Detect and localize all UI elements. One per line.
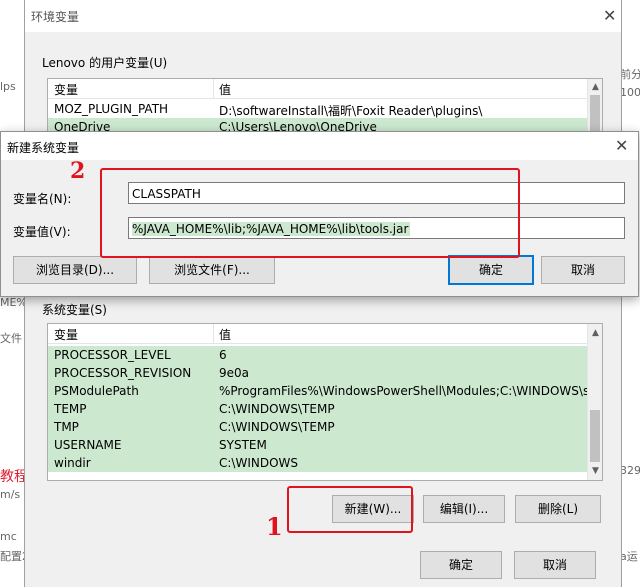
table-row[interactable]: MOZ_PLUGIN_PATH D:\softwareInstall\福昕\Fo…	[48, 100, 587, 118]
var-name: USERNAME	[54, 438, 122, 452]
table-row[interactable]: USERNAME SYSTEM	[48, 436, 587, 454]
var-value: C:\WINDOWS\TEMP	[219, 402, 335, 416]
scroll-thumb[interactable]	[590, 410, 600, 462]
delete-variable-button[interactable]: 删除(L)	[515, 495, 601, 523]
column-header-value[interactable]: 值	[219, 326, 231, 343]
table-row[interactable]: TEMP C:\WINDOWS\TEMP	[48, 400, 587, 418]
dialog-title: 环境变量	[31, 10, 80, 24]
scroll-up-icon[interactable]: ▲	[590, 82, 601, 92]
user-vars-scrollbar[interactable]: ▲	[587, 79, 602, 135]
var-name: windir	[54, 456, 91, 470]
system-vars-label: 系统变量(S)	[42, 303, 107, 317]
background-fragment: 100	[620, 86, 640, 99]
cancel-button[interactable]: 取消	[514, 551, 596, 579]
column-header-name[interactable]: 变量	[54, 326, 78, 343]
background-fragment: ME%	[0, 296, 24, 309]
annotation-step-2: 2	[70, 158, 86, 184]
browse-directory-button[interactable]: 浏览目录(D)...	[13, 256, 137, 284]
background-fragment: 前分	[620, 68, 640, 81]
user-vars-list[interactable]: 变量 值 MOZ_PLUGIN_PATH D:\softwareInstall\…	[47, 78, 603, 136]
var-value: D:\softwareInstall\福昕\Foxit Reader\plugi…	[219, 104, 483, 118]
ok-button[interactable]: 确定	[420, 551, 502, 579]
var-name: TEMP	[54, 402, 87, 416]
var-value: 9e0a	[219, 366, 250, 380]
table-row[interactable]: TMP C:\WINDOWS\TEMP	[48, 418, 587, 436]
browse-file-button[interactable]: 浏览文件(F)...	[149, 256, 275, 284]
table-row[interactable]: windir C:\WINDOWS	[48, 454, 587, 472]
background-fragment: lps	[0, 80, 16, 93]
close-icon[interactable]: ✕	[603, 8, 616, 24]
user-vars-label: Lenovo 的用户变量(U)	[42, 56, 168, 70]
background-fragment: m/s	[0, 488, 21, 501]
dialog-titlebar: 环境变量 ✕	[25, 0, 621, 32]
background-fragment: 329	[620, 464, 640, 477]
scroll-up-icon[interactable]: ▲	[590, 328, 601, 338]
table-row[interactable]: PROCESSOR_REVISION 9e0a	[48, 364, 587, 382]
variable-name-label: 变量名(N):	[13, 192, 72, 206]
variable-value-label: 变量值(V):	[13, 225, 71, 239]
table-row[interactable]: PROCESSOR_LEVEL 6	[48, 346, 587, 364]
var-value: SYSTEM	[219, 438, 267, 452]
background-fragment: 教程	[0, 469, 24, 485]
dialog-titlebar: 新建系统变量 ✕	[1, 132, 638, 160]
var-value: 6	[219, 348, 227, 362]
var-name: TMP	[54, 420, 79, 434]
annotation-highlight-box	[287, 486, 413, 533]
var-name: PROCESSOR_REVISION	[54, 366, 192, 380]
background-fragment: 配置2	[0, 550, 24, 563]
var-name: MOZ_PLUGIN_PATH	[54, 102, 169, 116]
background-fragment: mc	[0, 530, 17, 543]
var-value: C:\WINDOWS\TEMP	[219, 420, 335, 434]
scroll-down-icon[interactable]: ▼	[590, 466, 601, 476]
var-name: PROCESSOR_LEVEL	[54, 348, 171, 362]
background-fragment: a运	[620, 550, 638, 563]
system-vars-list[interactable]: 变量 值 PROCESSOR_LEVEL 6 PROCESSOR_REVISIO…	[47, 323, 603, 481]
var-value: %ProgramFiles%\WindowsPowerShell\Modules…	[219, 384, 601, 398]
column-header-name[interactable]: 变量	[54, 81, 78, 98]
annotation-highlight-box	[100, 168, 520, 258]
var-name: PSModulePath	[54, 384, 139, 398]
dialog-title: 新建系统变量	[7, 141, 80, 155]
system-vars-scrollbar[interactable]: ▲ ▼	[587, 324, 602, 480]
list-header: 变量 值	[48, 79, 602, 99]
cancel-button[interactable]: 取消	[541, 256, 625, 284]
background-fragment: 文件	[0, 332, 22, 345]
list-header: 变量 值	[48, 324, 602, 344]
close-icon[interactable]: ✕	[615, 138, 628, 154]
scroll-thumb[interactable]	[590, 95, 600, 133]
edit-variable-button[interactable]: 编辑(I)...	[423, 495, 505, 523]
var-value: C:\WINDOWS	[219, 456, 299, 470]
ok-button[interactable]: 确定	[448, 255, 534, 285]
column-header-value[interactable]: 值	[219, 81, 231, 98]
annotation-step-1: 1	[266, 512, 283, 541]
table-row[interactable]: PSModulePath %ProgramFiles%\WindowsPower…	[48, 382, 601, 400]
